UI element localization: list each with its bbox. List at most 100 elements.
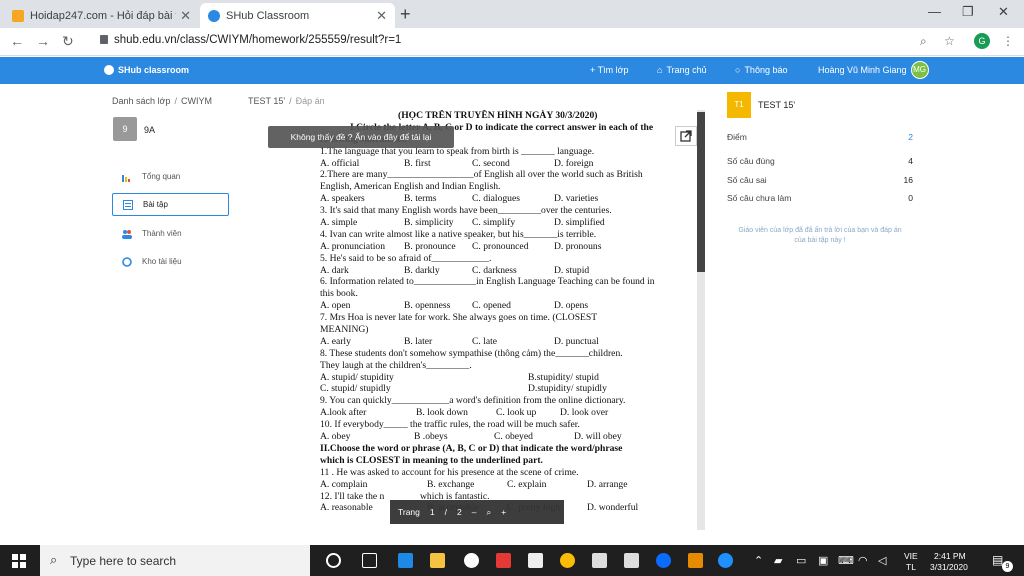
doc-text: C. pronounced xyxy=(472,240,529,252)
reload-icon[interactable]: ↻ xyxy=(62,33,74,50)
stat-value: 16 xyxy=(903,175,913,185)
forward-icon[interactable]: → xyxy=(36,33,50,49)
photos-icon[interactable] xyxy=(592,553,607,568)
windows-start-icon[interactable] xyxy=(12,554,26,568)
doc-line: A. open B. openness C. opened D. opens xyxy=(320,300,665,312)
file-explorer-icon[interactable] xyxy=(430,553,445,568)
doc-text: 8. These students don't somehow sympathi… xyxy=(320,347,623,359)
sidebar-item-overview[interactable]: Tổng quan xyxy=(112,165,229,188)
doc-text: C. dialogues xyxy=(472,193,520,205)
restore-icon[interactable]: ❐ xyxy=(962,4,974,20)
camera-icon[interactable] xyxy=(528,553,543,568)
task-view-icon[interactable] xyxy=(362,553,377,568)
sidebar-item-homework[interactable]: Bài tập xyxy=(112,193,229,216)
page-navigator: Trang 1 / 2 – ⌕ + xyxy=(390,500,564,524)
stat-label: Điểm xyxy=(727,132,747,142)
messenger-icon[interactable] xyxy=(718,553,733,568)
language-indicator[interactable]: VIE xyxy=(904,551,918,561)
sidebar-item-label: Tổng quan xyxy=(142,172,181,181)
game-icon[interactable] xyxy=(688,553,703,568)
zoom-out-button[interactable]: – xyxy=(472,507,477,517)
doc-text: D. varieties xyxy=(554,193,599,205)
sidebar-item-library[interactable]: Kho tài liệu xyxy=(112,250,229,273)
close-tab-icon[interactable]: ✕ xyxy=(376,8,387,24)
wifi-icon[interactable]: ◠ xyxy=(858,554,868,567)
input-mode-indicator[interactable]: TL xyxy=(906,562,916,572)
shub-brand[interactable]: SHub classroom xyxy=(104,65,189,75)
tab-hoidap247[interactable]: Hoidap247.com - Hỏi đáp bài tập ✕ xyxy=(4,3,199,28)
doc-line: 9. You can quickly____________a word's d… xyxy=(320,395,665,407)
doc-text: D. arrange xyxy=(587,478,628,490)
close-window-icon[interactable]: ✕ xyxy=(998,4,1009,20)
pdf-viewer[interactable]: (HỌC TRÊN TRUYỀN HÌNH NGÀY 30/3/2020) I.C… xyxy=(267,110,707,530)
cortana-icon[interactable] xyxy=(326,553,341,568)
breadcrumb-answers: Đáp án xyxy=(295,96,325,106)
profile-avatar[interactable]: G xyxy=(974,33,990,49)
volume-icon[interactable]: ◁ xyxy=(878,554,886,567)
stat-label: Số câu đúng xyxy=(727,156,775,166)
doc-text: A. speakers xyxy=(320,193,365,205)
doc-text: A. complain xyxy=(320,478,368,490)
tray-chevron-icon[interactable]: ⌃ xyxy=(754,554,763,567)
reload-doc-banner[interactable]: Không thấy đề ? Ấn vào đây để tải lại xyxy=(268,126,454,148)
breadcrumb-class-list[interactable]: Danh sách lớp xyxy=(112,96,170,106)
doc-text: C. darkness xyxy=(472,264,517,276)
doc-text: D. pronouns xyxy=(554,240,602,252)
folder-icon xyxy=(122,256,132,267)
zoom-icon[interactable]: ⌕ xyxy=(920,34,927,49)
page-label: Trang xyxy=(398,507,420,517)
bell-icon: ○ xyxy=(735,65,741,75)
doc-text: C. second xyxy=(472,157,510,169)
shub-app-bar: SHub classroom + Tìm lớp ⌂ Trang chủ ○ T… xyxy=(0,57,1024,84)
minimize-icon[interactable]: — xyxy=(928,4,941,19)
doc-text: D. foreign xyxy=(554,157,594,169)
close-tab-icon[interactable]: ✕ xyxy=(180,8,191,24)
app-circle-icon[interactable] xyxy=(464,553,479,568)
sidebar-item-members[interactable]: Thành viên xyxy=(112,222,229,245)
doc-text: C. obeyed xyxy=(494,431,533,443)
back-icon[interactable]: ← xyxy=(10,33,24,49)
bar-chart-icon xyxy=(122,174,130,182)
open-external-button[interactable] xyxy=(675,126,697,146)
battery-icon[interactable]: ▭ xyxy=(796,554,806,567)
zoom-in-button[interactable]: + xyxy=(501,507,506,517)
url-field[interactable]: shub.edu.vn/class/CWIYM/homework/255559/… xyxy=(114,34,401,46)
office-icon[interactable] xyxy=(496,553,511,568)
doc-line: A. early B. later C. late D. punctual xyxy=(320,336,665,348)
chrome-icon[interactable] xyxy=(560,553,575,568)
taskbar-search-box[interactable]: ⌕ Type here to search xyxy=(40,545,310,576)
doc-text: A. early xyxy=(320,335,351,347)
test-document: (HỌC TRÊN TRUYỀN HÌNH NGÀY 30/3/2020) I.C… xyxy=(320,110,665,514)
home-link[interactable]: ⌂ Trang chủ xyxy=(657,65,707,75)
tray-window-icon[interactable]: ▣ xyxy=(818,554,828,567)
new-tab-icon[interactable]: + xyxy=(400,4,411,25)
doc-text: D. simplified xyxy=(554,217,605,229)
current-page[interactable]: 1 xyxy=(430,507,435,517)
user-menu[interactable]: Hoàng Vũ Minh Giang MG xyxy=(818,61,929,79)
home-label: Trang chủ xyxy=(666,65,707,75)
doc-text: C. late xyxy=(472,335,498,347)
tray-app-icon[interactable]: ▰ xyxy=(774,554,782,567)
clock-date[interactable]: 3/31/2020 xyxy=(930,562,968,572)
doc-text: MEANING) xyxy=(320,324,369,336)
breadcrumb-test-name[interactable]: TEST 15' xyxy=(248,96,285,106)
tab-shub[interactable]: SHub Classroom ✕ xyxy=(200,3,395,28)
join-class-link[interactable]: + Tìm lớp xyxy=(590,65,629,75)
document-icon[interactable] xyxy=(624,553,639,568)
zalo-icon[interactable] xyxy=(656,553,671,568)
doc-scrollbar-thumb[interactable] xyxy=(697,112,705,272)
doc-text: 6. Information related to_____________in… xyxy=(320,276,655,288)
breadcrumb-class-code[interactable]: CWIYM xyxy=(181,96,212,106)
doc-text: B.stupidity/ stupid xyxy=(528,371,599,383)
zoom-icon[interactable]: ⌕ xyxy=(486,507,491,518)
menu-dots-icon[interactable]: ⋮ xyxy=(1002,34,1014,48)
clock-time[interactable]: 2:41 PM xyxy=(934,551,966,561)
doc-text: C. stupid/ stupidly xyxy=(320,383,391,395)
class-name[interactable]: 9A xyxy=(144,125,155,135)
edge-icon[interactable] xyxy=(398,553,413,568)
bookmark-star-icon[interactable]: ☆ xyxy=(944,34,955,48)
doc-line: II.Choose the word or phrase (A, B, C or… xyxy=(320,443,665,455)
notification-link[interactable]: ○ Thông báo xyxy=(735,65,787,75)
doc-text: II.Choose the word or phrase (A, B, C or… xyxy=(320,442,623,454)
ime-icon[interactable]: ⌨ xyxy=(838,554,854,567)
